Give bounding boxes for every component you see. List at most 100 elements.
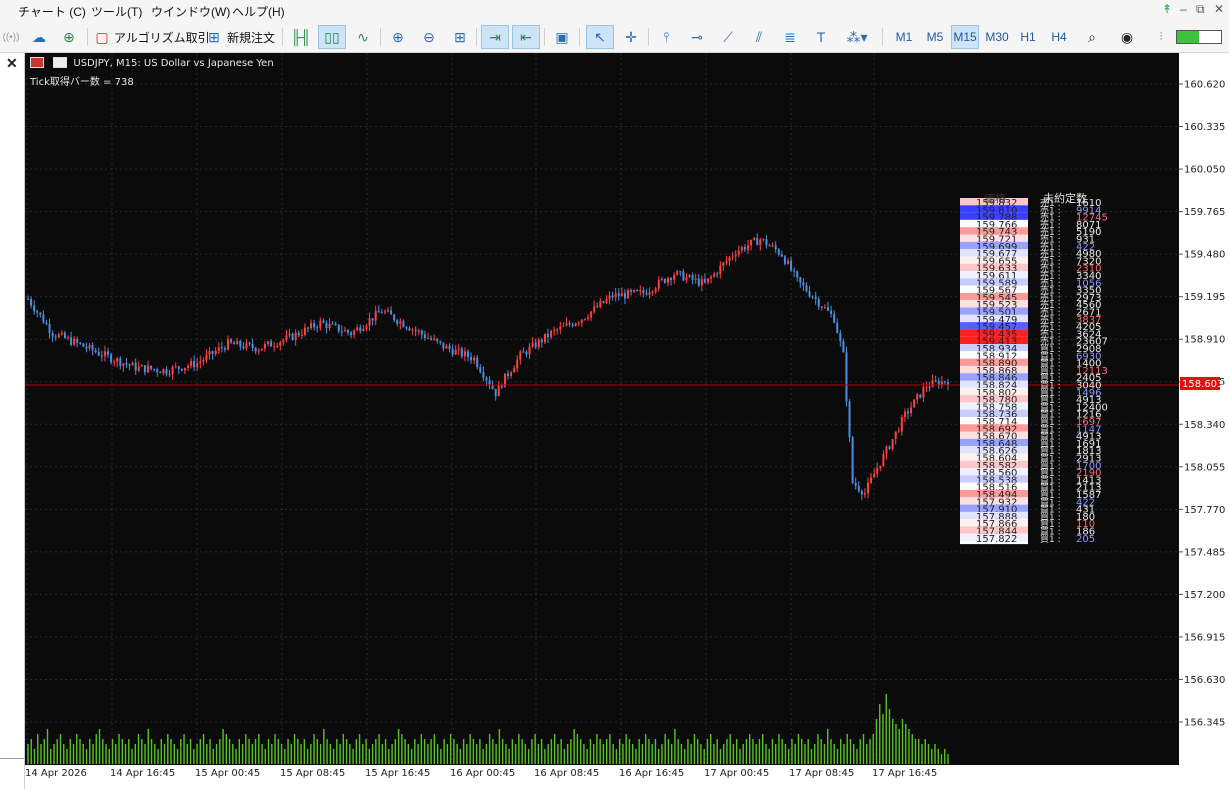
candle-body — [482, 372, 485, 378]
candle-body — [654, 288, 657, 292]
candle-body — [688, 274, 691, 278]
candle-body — [196, 363, 199, 368]
candle-body — [691, 274, 694, 280]
candle-body — [897, 431, 900, 433]
candle-body — [583, 318, 586, 320]
candle-body — [227, 339, 229, 350]
price-chart[interactable]: 160.620 160.335 160.050 159.765 159.480 159.1… — [0, 0, 1229, 789]
y-tick-label: 160.335 — [1184, 122, 1225, 133]
candle-body — [507, 373, 509, 376]
candle-body — [783, 256, 786, 264]
candle-body — [248, 342, 251, 344]
candle-body — [294, 332, 297, 340]
y-tick-label: 159.195 — [1184, 292, 1225, 303]
x-tick-label: 17 Apr 16:45 — [872, 768, 937, 779]
candle-body — [593, 306, 596, 312]
candle-body — [697, 278, 700, 286]
tick-info: Tick取得バー数 = 738 — [30, 77, 134, 88]
candle-body — [925, 386, 928, 388]
candle-body — [82, 343, 85, 347]
candle-body — [267, 341, 269, 344]
candle-body — [116, 358, 119, 362]
candle-body — [710, 276, 713, 279]
candle-body — [380, 312, 383, 314]
candle-body — [694, 278, 697, 280]
candle-body — [131, 362, 134, 366]
candle-body — [623, 293, 626, 299]
candle-body — [310, 323, 313, 328]
candle-body — [236, 340, 239, 345]
candle-body — [787, 260, 789, 264]
candle-body — [537, 339, 540, 348]
candle-body — [147, 365, 149, 373]
candle-body — [759, 239, 762, 246]
candle-body — [633, 290, 636, 292]
candle-body — [651, 291, 654, 293]
candle-body — [343, 330, 346, 332]
candle-body — [882, 453, 885, 466]
candle-body — [42, 314, 45, 323]
candle-body — [540, 339, 543, 343]
candle-body — [110, 354, 113, 363]
candle-body — [605, 299, 608, 303]
candle-body — [451, 349, 454, 355]
candle-body — [122, 363, 125, 367]
candle-body — [211, 350, 214, 354]
candle-body — [522, 351, 525, 353]
candle-body — [553, 329, 556, 331]
candle-body — [817, 298, 820, 307]
candle-body — [636, 290, 639, 292]
candle-body — [199, 361, 202, 364]
candle-body — [491, 385, 494, 389]
candle-body — [393, 314, 396, 321]
candle-body — [614, 293, 617, 298]
candle-body — [439, 341, 442, 343]
candle-body — [282, 339, 285, 343]
candle-body — [223, 348, 226, 350]
candle-body — [559, 326, 562, 330]
candle-body — [620, 293, 623, 297]
candle-body — [867, 482, 869, 494]
candle-body — [873, 473, 876, 478]
candle-body — [156, 369, 159, 373]
candle-body — [713, 273, 716, 277]
candle-body — [180, 368, 183, 371]
x-tick-label: 16 Apr 08:45 — [534, 768, 599, 779]
candle-body — [150, 365, 153, 370]
candle-body — [900, 416, 903, 432]
candle-body — [934, 380, 937, 382]
candle-body — [725, 260, 728, 263]
candle-body — [722, 262, 725, 266]
candle-body — [802, 282, 805, 286]
candle-body — [436, 338, 439, 342]
candle-body — [125, 363, 128, 365]
candle-body — [550, 330, 553, 338]
candle-body — [845, 352, 848, 402]
y-tick-label: 156.915 — [1184, 632, 1225, 643]
candle-body — [63, 332, 66, 339]
candle-body — [368, 318, 371, 326]
candle-body — [331, 323, 334, 325]
candle-body — [350, 332, 353, 335]
candle-body — [543, 333, 546, 343]
candle-body — [430, 338, 433, 340]
candle-body — [790, 260, 793, 271]
candle-body — [414, 329, 417, 331]
candle-body — [54, 336, 57, 338]
candle-body — [528, 346, 531, 355]
candle-body — [799, 277, 802, 283]
dom-header-price: 価格 — [984, 191, 1006, 205]
y-tick-label: 160.050 — [1184, 165, 1225, 176]
candle-body — [183, 367, 186, 371]
candle-body — [679, 271, 682, 273]
candle-body — [325, 322, 328, 329]
candle-body — [870, 477, 873, 483]
candle-body — [534, 342, 537, 348]
candle-body — [734, 254, 737, 257]
candle-body — [36, 311, 39, 313]
candle-body — [750, 239, 753, 246]
candle-body — [51, 332, 54, 337]
candle-body — [420, 330, 423, 335]
candle-body — [805, 285, 808, 292]
candle-body — [848, 401, 851, 438]
